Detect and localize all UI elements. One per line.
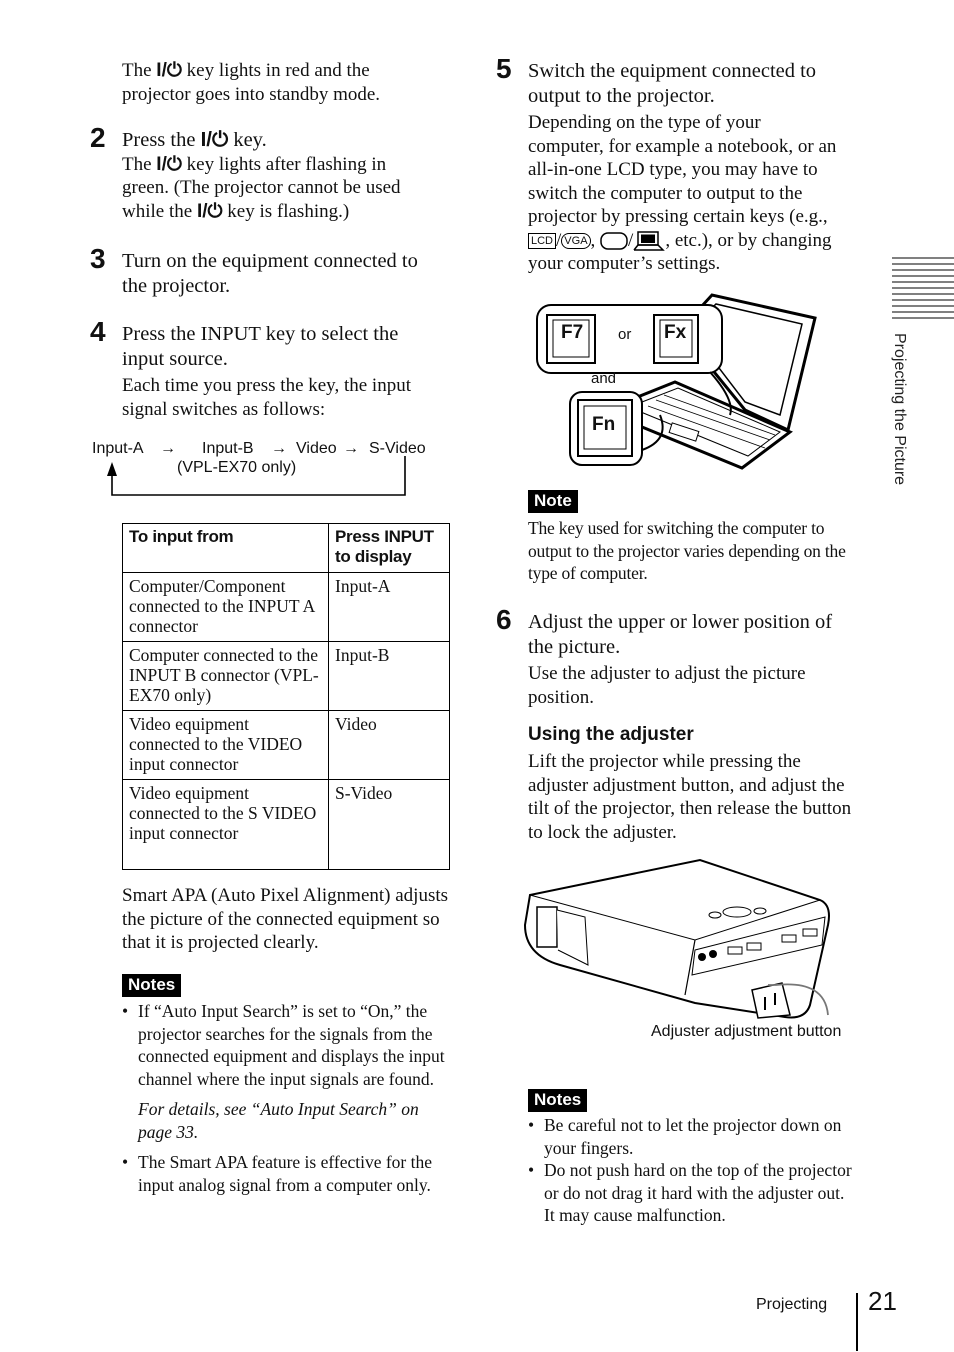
note-item: The Smart APA feature is effective for t… bbox=[122, 1151, 454, 1196]
header-press-input: Press INPUT to display bbox=[328, 523, 450, 573]
step-number-4: 4 bbox=[90, 316, 106, 347]
step-number-5: 5 bbox=[496, 53, 512, 84]
step-6: Adjust the upper or lower position of th… bbox=[528, 610, 863, 709]
input-flow-diagram: Input-A → Input-B → Video → S-Video (VPL… bbox=[92, 439, 452, 499]
table-row: Computer connected to the INPUT B connec… bbox=[122, 641, 450, 711]
step-title: the projector. bbox=[122, 274, 231, 297]
step-2: Press the I/⏻ key. The I/⏻ key lights af… bbox=[122, 128, 467, 223]
cell-from: Computer/Component connected to the INPU… bbox=[122, 572, 329, 642]
side-tab-lines bbox=[892, 257, 954, 328]
note-text: The key used for switching the computer … bbox=[528, 518, 846, 583]
text: computer, for example a notebook, or an bbox=[528, 135, 837, 157]
note-label-text: Note bbox=[528, 490, 578, 513]
note-item: Be careful not to let the projector down… bbox=[528, 1114, 858, 1159]
note-reference: For details, see “Auto Input Search” on … bbox=[138, 1099, 419, 1142]
adjuster-heading: Using the adjuster bbox=[528, 724, 694, 745]
cell-display: S-Video bbox=[328, 779, 450, 870]
side-tab-label: Projecting the Picture bbox=[891, 333, 908, 486]
text: switch the computer to output to the bbox=[528, 182, 803, 204]
cell-display: Input-B bbox=[328, 641, 450, 711]
footer-divider bbox=[856, 1293, 858, 1351]
note-label: Note bbox=[528, 490, 578, 513]
f7-key: F7 bbox=[561, 322, 584, 343]
cell-display: Video bbox=[328, 710, 450, 780]
step-number-3: 3 bbox=[90, 243, 106, 274]
laptop-icon bbox=[536, 293, 817, 470]
step-title: key. bbox=[228, 129, 267, 151]
input-table: To input from Press INPUT to display Com… bbox=[122, 523, 450, 870]
text: key is flashing.) bbox=[222, 200, 350, 222]
step-3: Turn on the equipment connected to the p… bbox=[122, 249, 467, 298]
step-4: Press the INPUT key to select the input … bbox=[122, 322, 467, 421]
step-title: Switch the equipment connected to bbox=[528, 60, 817, 82]
text: all-in-one LCD type, you may have to bbox=[528, 159, 818, 180]
table-row: Video equipment connected to the VIDEO i… bbox=[122, 710, 450, 780]
step-title: Turn on the equipment connected to bbox=[122, 250, 418, 272]
step-5: Switch the equipment connected to output… bbox=[528, 59, 863, 276]
step-number-2: 2 bbox=[90, 122, 106, 153]
text: green. (The projector cannot be used bbox=[122, 177, 401, 198]
note-item: If “Auto Input Search” is set to “On,” t… bbox=[122, 1000, 454, 1090]
notes-list: Be careful not to let the projector down… bbox=[528, 1114, 858, 1227]
intro-paragraph: The I/⏻ key lights in red and the projec… bbox=[122, 59, 462, 106]
laptop-keys-illustration: F7 or Fx and Fn bbox=[530, 290, 830, 470]
header-to-input-from: To input from bbox=[122, 523, 329, 573]
notes-label: Notes bbox=[528, 1089, 588, 1112]
notes-list: If “Auto Input Search” is set to “On,” t… bbox=[122, 1000, 454, 1196]
tab-stripes-icon bbox=[892, 257, 954, 319]
text: Depending on the type of your bbox=[528, 112, 761, 133]
power-key-icon: I/⏻ bbox=[196, 200, 223, 222]
footer-section: Projecting bbox=[756, 1296, 828, 1313]
text: The bbox=[122, 153, 157, 175]
power-key-icon: I/⏻ bbox=[156, 153, 182, 175]
notes-label-text: Notes bbox=[528, 1089, 588, 1112]
lcd-key-icon: LCD bbox=[528, 233, 557, 250]
text: Each time you press the key, the input bbox=[122, 375, 411, 396]
text: your computer’s settings. bbox=[528, 253, 721, 274]
adjuster-paragraph: Lift the projector while pressing the ad… bbox=[528, 751, 852, 843]
cell-from: Video equipment connected to the VIDEO i… bbox=[122, 710, 329, 780]
smart-apa-paragraph: Smart APA (Auto Pixel Alignment) adjusts… bbox=[122, 885, 449, 953]
step-title: Press the bbox=[122, 129, 201, 151]
and-label: and bbox=[591, 370, 617, 387]
text: while the bbox=[122, 200, 197, 222]
vga-key-icon: VGA bbox=[561, 233, 591, 250]
step-title: Press the INPUT key to select the bbox=[122, 323, 399, 345]
text: key lights in red and the bbox=[181, 60, 370, 81]
text: , etc.), or by changing bbox=[665, 229, 832, 251]
text: projector by pressing certain keys (e.g.… bbox=[528, 206, 828, 227]
text: projector goes into standby mode. bbox=[122, 83, 381, 105]
laptop-screen-icon bbox=[633, 231, 666, 251]
step-title: input source. bbox=[122, 347, 228, 370]
power-key-icon: I/⏻ bbox=[200, 128, 229, 151]
notes-label: Notes bbox=[122, 974, 182, 997]
fx-key: Fx bbox=[664, 322, 687, 343]
adjuster-caption: Adjuster adjustment button bbox=[651, 1023, 842, 1040]
page-number: 21 bbox=[868, 1286, 897, 1316]
table-header-row: To input from Press INPUT to display bbox=[122, 523, 450, 573]
text: signal switches as follows: bbox=[122, 398, 326, 420]
cell-from: Computer connected to the INPUT B connec… bbox=[122, 641, 329, 711]
text: Use the adjuster to adjust the picture p… bbox=[528, 663, 806, 708]
note-item: Do not push hard on the top of the proje… bbox=[528, 1159, 858, 1227]
projector-illustration bbox=[523, 858, 830, 1019]
return-arrow-icon bbox=[107, 456, 406, 496]
cell-from: Video equipment connected to the S VIDEO… bbox=[122, 779, 329, 870]
table-row: Video equipment connected to the S VIDEO… bbox=[122, 779, 450, 870]
notes-label-text: Notes bbox=[122, 974, 182, 997]
table-row: Computer/Component connected to the INPU… bbox=[122, 572, 450, 642]
power-key-icon: I/⏻ bbox=[156, 60, 182, 81]
cell-display: Input-A bbox=[328, 572, 450, 642]
step-title: output to the projector. bbox=[528, 84, 715, 107]
text: The bbox=[122, 60, 157, 81]
or-label: or bbox=[618, 326, 632, 343]
external-monitor-icon bbox=[600, 232, 628, 250]
step-title: Adjust the upper or lower position of bbox=[528, 611, 833, 633]
step-title: the picture. bbox=[528, 635, 621, 658]
text: key lights after flashing in bbox=[181, 153, 387, 175]
step-number-6: 6 bbox=[496, 604, 512, 635]
fn-key: Fn bbox=[592, 414, 616, 435]
